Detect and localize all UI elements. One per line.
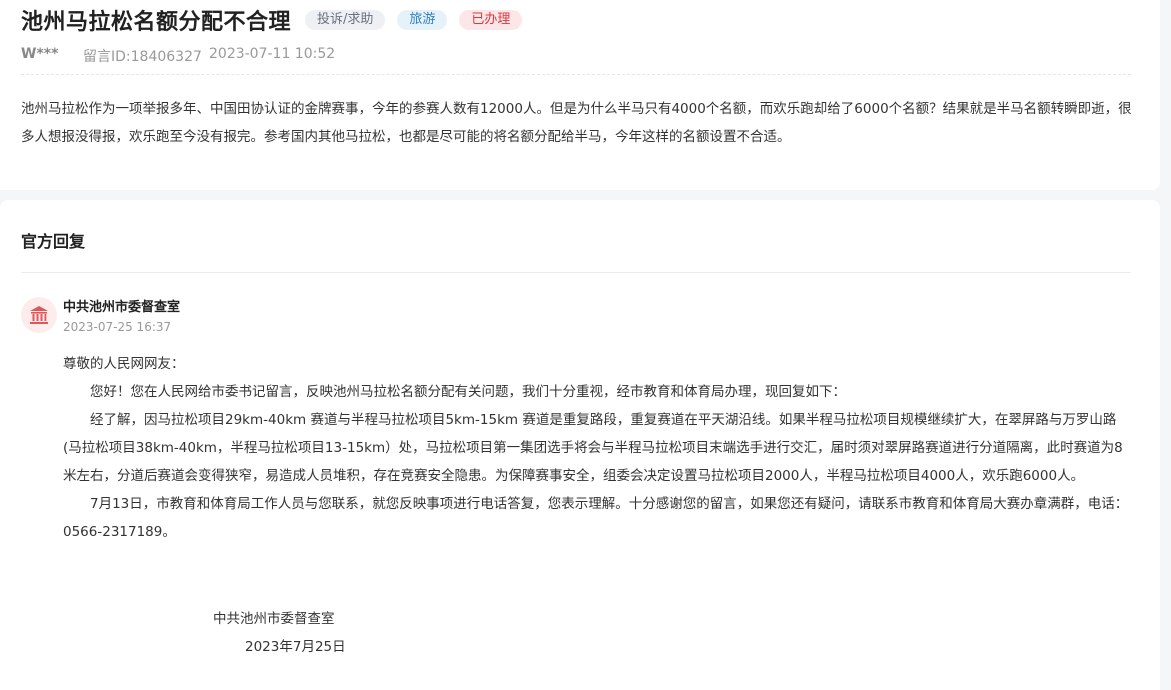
reply-divider xyxy=(21,272,1131,273)
message-id: 留言ID:18406327 xyxy=(83,49,202,65)
reply-heading: 官方回复 xyxy=(21,232,86,251)
tag-travel[interactable]: 旅游 xyxy=(397,10,448,30)
page-title: 池州马拉松名额分配不合理 xyxy=(21,10,292,35)
reply-paragraph: 7月13日，市教育和体育局工作人员与您联系，就您反映事项进行电话答复，您表示理解… xyxy=(63,496,1129,540)
reply-date: 2023-07-25 16:37 xyxy=(63,320,172,334)
dashed-divider xyxy=(21,74,1131,75)
message-content: 池州马拉松作为一项举报多年、中国田协认证的金牌赛事，今年的参赛人数有12000人… xyxy=(21,101,1132,145)
reply-greeting: 尊敬的人民网网友： xyxy=(63,356,185,372)
title-row: 池州马拉松名额分配不合理 投诉/求助 旅游 已办理 xyxy=(21,2,523,38)
reply-body: 尊敬的人民网网友： 您好！您在人民网给市委书记留言，反映池州马拉松名额分配有关问… xyxy=(63,350,1133,546)
reply-signature-date: 2023年7月25日 xyxy=(245,639,346,655)
government-building-icon xyxy=(21,297,57,333)
author-name: W*** xyxy=(21,46,59,62)
message-card: 池州马拉松名额分配不合理 投诉/求助 旅游 已办理 W*** 留言ID:1840… xyxy=(0,0,1160,190)
post-meta: W*** 留言ID:18406327 2023-07-11 10:52 xyxy=(21,46,335,66)
reply-signature: 中共池州市委督查室 xyxy=(213,611,335,627)
post-datetime: 2023-07-11 10:52 xyxy=(209,46,336,62)
reply-paragraph: 您好！您在人民网给市委书记留言，反映池州马拉松名额分配有关问题，我们十分重视，经… xyxy=(90,384,846,400)
tag-complaint[interactable]: 投诉/求助 xyxy=(305,10,386,30)
reply-org-name: 中共池州市委督查室 xyxy=(63,300,181,315)
reply-paragraph: 经了解，因马拉松项目29km-40km 赛道与半程马拉松项目5km-15km 赛… xyxy=(63,412,1123,484)
status-badge: 已办理 xyxy=(459,10,523,30)
official-reply-card: 官方回复 中共池州市委督查室 2023-07-25 16:37 尊敬的人民网网友… xyxy=(0,200,1160,690)
